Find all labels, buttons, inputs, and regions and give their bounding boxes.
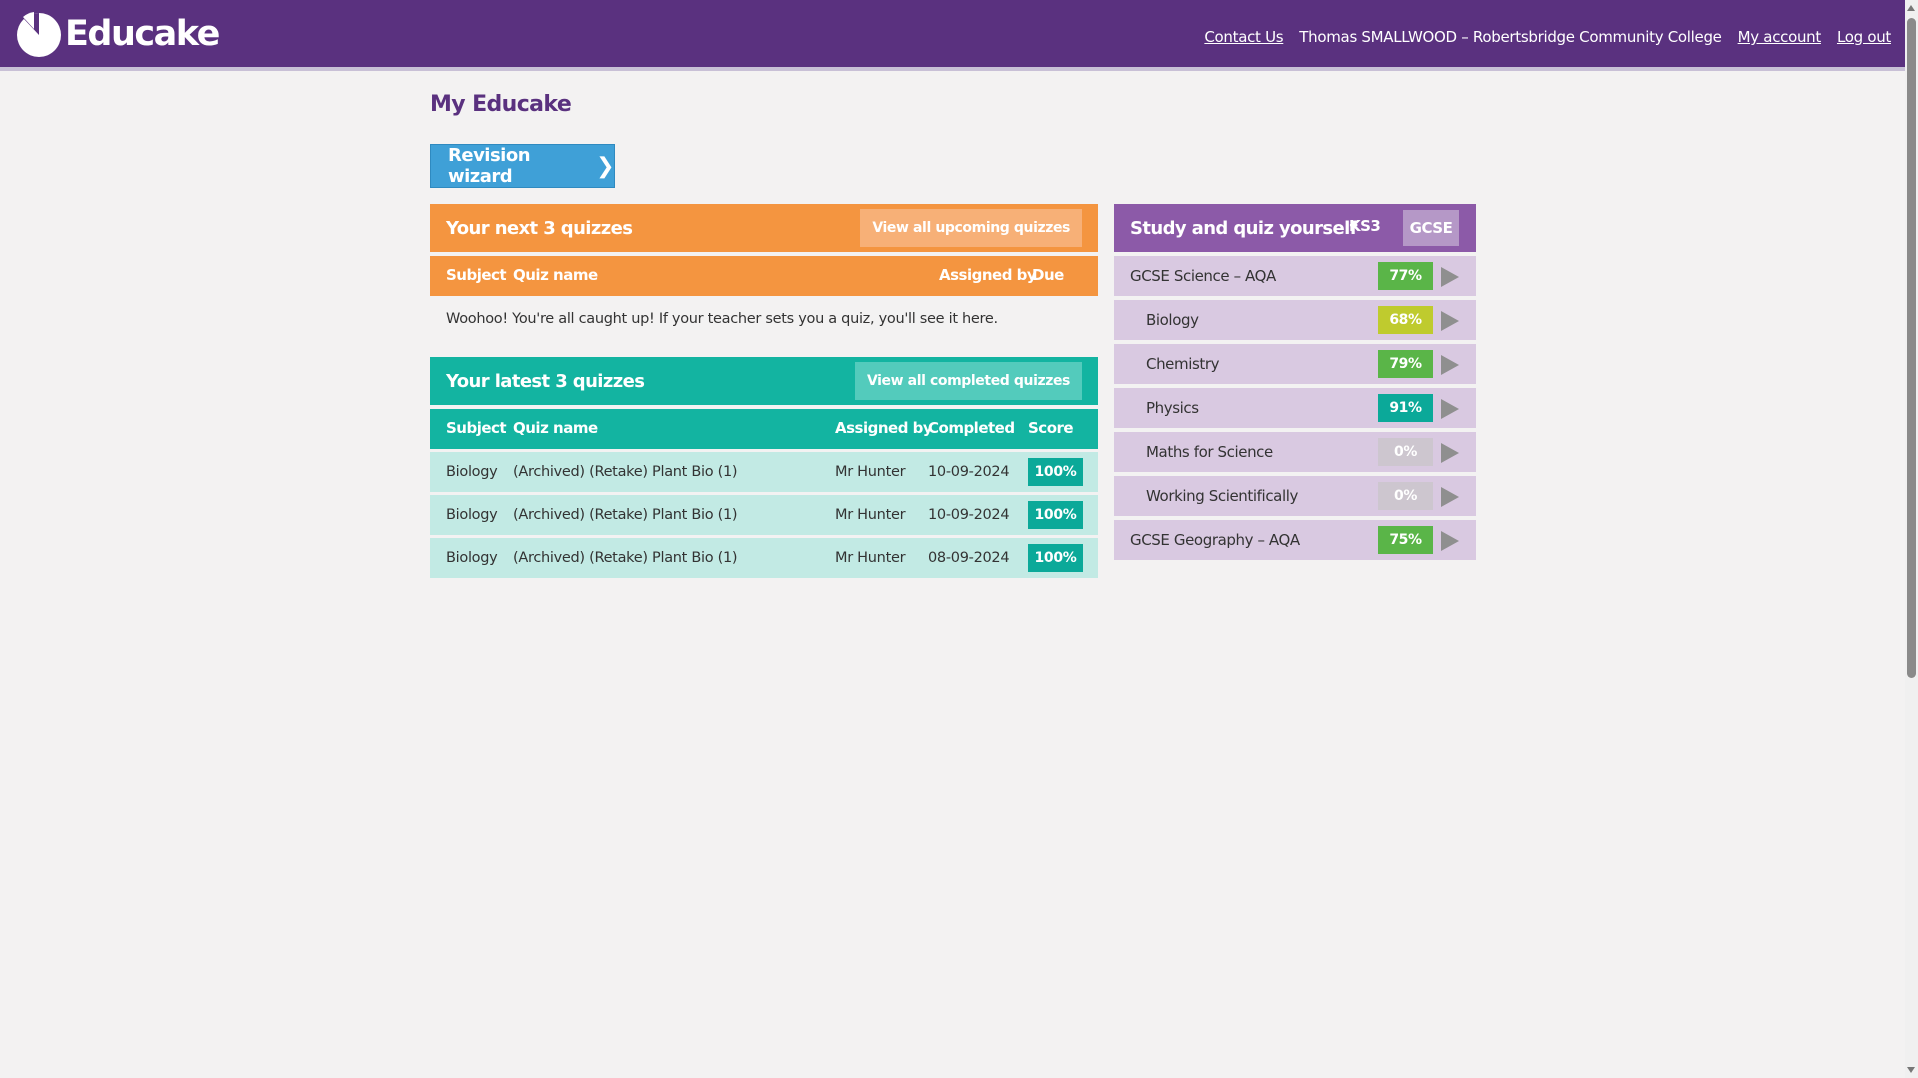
col-assigned-by: Assigned by xyxy=(939,266,1037,284)
row-subject: Biology xyxy=(446,464,498,480)
row-quiz-name: (Archived) (Retake) Plant Bio (1) xyxy=(513,507,738,523)
page-title: My Educake xyxy=(430,92,572,117)
scroll-up-arrow-icon[interactable] xyxy=(1907,5,1915,11)
upcoming-quizzes-panel: Your next 3 quizzes View all upcoming qu… xyxy=(430,204,1098,342)
study-item[interactable]: GCSE Science – AQA 77% xyxy=(1114,256,1476,296)
play-icon[interactable] xyxy=(1441,443,1459,463)
study-panel: Study and quiz yourself KS3 GCSE GCSE Sc… xyxy=(1114,204,1476,560)
progress-badge: 0% xyxy=(1378,438,1433,466)
latest-quizzes-header: Your latest 3 quizzes View all completed… xyxy=(430,357,1098,405)
score-badge: 100% xyxy=(1028,544,1083,572)
upcoming-quizzes-title: Your next 3 quizzes xyxy=(446,217,633,239)
study-header: Study and quiz yourself KS3 GCSE xyxy=(1114,204,1476,252)
col-quiz-name: Quiz name xyxy=(513,266,598,284)
table-row[interactable]: Biology (Archived) (Retake) Plant Bio (1… xyxy=(430,452,1098,492)
user-name: Thomas SMALLWOOD – Robertsbridge Communi… xyxy=(1299,28,1722,46)
progress-badge: 75% xyxy=(1378,526,1433,554)
row-completed: 08-09-2024 xyxy=(928,550,1010,566)
study-item-label: Physics xyxy=(1146,399,1199,417)
row-subject: Biology xyxy=(446,550,498,566)
empty-message: Woohoo! You're all caught up! If your te… xyxy=(446,311,998,327)
play-icon[interactable] xyxy=(1441,311,1459,331)
latest-quizzes-panel: Your latest 3 quizzes View all completed… xyxy=(430,357,1098,578)
play-icon[interactable] xyxy=(1441,487,1459,507)
row-completed: 10-09-2024 xyxy=(928,507,1010,523)
my-account-link[interactable]: My account xyxy=(1738,28,1822,46)
study-item-label: GCSE Science – AQA xyxy=(1130,267,1276,285)
col-score: Score xyxy=(1028,419,1074,437)
study-item[interactable]: Biology 68% xyxy=(1114,300,1476,340)
view-completed-quizzes-button[interactable]: View all completed quizzes xyxy=(854,362,1082,400)
logo-text: Educake xyxy=(65,14,220,54)
study-item-label: Working Scientifically xyxy=(1146,487,1298,505)
play-icon[interactable] xyxy=(1441,531,1459,551)
row-subject: Biology xyxy=(446,507,498,523)
progress-badge: 91% xyxy=(1378,394,1433,422)
study-item[interactable]: Physics 91% xyxy=(1114,388,1476,428)
col-subject: Subject xyxy=(446,266,507,284)
study-item-label: Biology xyxy=(1146,311,1199,329)
col-quiz-name: Quiz name xyxy=(513,419,598,437)
progress-badge: 68% xyxy=(1378,306,1433,334)
row-quiz-name: (Archived) (Retake) Plant Bio (1) xyxy=(513,550,738,566)
study-item[interactable]: GCSE Geography – AQA 75% xyxy=(1114,520,1476,560)
table-row[interactable]: Biology (Archived) (Retake) Plant Bio (1… xyxy=(430,495,1098,535)
col-subject: Subject xyxy=(446,419,507,437)
progress-badge: 77% xyxy=(1378,262,1433,290)
upcoming-column-headers: Subject Quiz name Assigned by Due xyxy=(430,256,1098,296)
progress-badge: 79% xyxy=(1378,350,1433,378)
study-list: GCSE Science – AQA 77% Biology 68% Chemistry… xyxy=(1114,256,1476,560)
scroll-down-arrow-icon[interactable] xyxy=(1907,1067,1915,1073)
table-row[interactable]: Biology (Archived) (Retake) Plant Bio (1… xyxy=(430,538,1098,578)
row-completed: 10-09-2024 xyxy=(928,464,1010,480)
upcoming-quizzes-header: Your next 3 quizzes View all upcoming qu… xyxy=(430,204,1098,252)
view-upcoming-quizzes-button[interactable]: View all upcoming quizzes xyxy=(860,209,1082,247)
row-assigned-by: Mr Hunter xyxy=(835,464,906,480)
study-item-label: Chemistry xyxy=(1146,355,1220,373)
col-assigned-by: Assigned by xyxy=(835,419,933,437)
col-completed: Completed xyxy=(928,419,1015,437)
row-assigned-by: Mr Hunter xyxy=(835,550,906,566)
progress-badge: 0% xyxy=(1378,482,1433,510)
latest-quizzes-title: Your latest 3 quizzes xyxy=(446,370,645,392)
scroll-thumb[interactable] xyxy=(1907,18,1916,678)
col-due: Due xyxy=(1032,266,1064,284)
log-out-link[interactable]: Log out xyxy=(1837,28,1891,46)
study-item-label: GCSE Geography – AQA xyxy=(1130,531,1300,549)
score-badge: 100% xyxy=(1028,458,1083,486)
study-title: Study and quiz yourself xyxy=(1130,217,1358,239)
top-nav: Contact Us Thomas SMALLWOOD – Robertsbri… xyxy=(1204,28,1891,46)
tab-gcse[interactable]: GCSE xyxy=(1403,210,1459,246)
revision-wizard-button[interactable]: Revision wizard ❯ xyxy=(430,144,615,188)
play-icon[interactable] xyxy=(1441,399,1459,419)
latest-column-headers: Subject Quiz name Assigned by Completed … xyxy=(430,409,1098,449)
logo[interactable]: Educake xyxy=(15,8,220,60)
study-item[interactable]: Working Scientifically 0% xyxy=(1114,476,1476,516)
row-assigned-by: Mr Hunter xyxy=(835,507,906,523)
revision-wizard-label: Revision wizard xyxy=(448,145,531,187)
row-quiz-name: (Archived) (Retake) Plant Bio (1) xyxy=(513,464,738,480)
play-icon[interactable] xyxy=(1441,267,1459,287)
chevron-right-icon: ❯ xyxy=(596,153,614,179)
site-header: Educake Contact Us Thomas SMALLWOOD – Ro… xyxy=(0,0,1905,71)
study-item-label: Maths for Science xyxy=(1146,443,1273,461)
score-badge: 100% xyxy=(1028,501,1083,529)
study-item[interactable]: Chemistry 79% xyxy=(1114,344,1476,384)
cake-logo-icon xyxy=(17,12,61,57)
play-icon[interactable] xyxy=(1441,355,1459,375)
tab-ks3[interactable]: KS3 xyxy=(1349,217,1381,235)
contact-us-link[interactable]: Contact Us xyxy=(1204,28,1283,46)
study-item[interactable]: Maths for Science 0% xyxy=(1114,432,1476,472)
scrollbar[interactable] xyxy=(1905,0,1918,1078)
